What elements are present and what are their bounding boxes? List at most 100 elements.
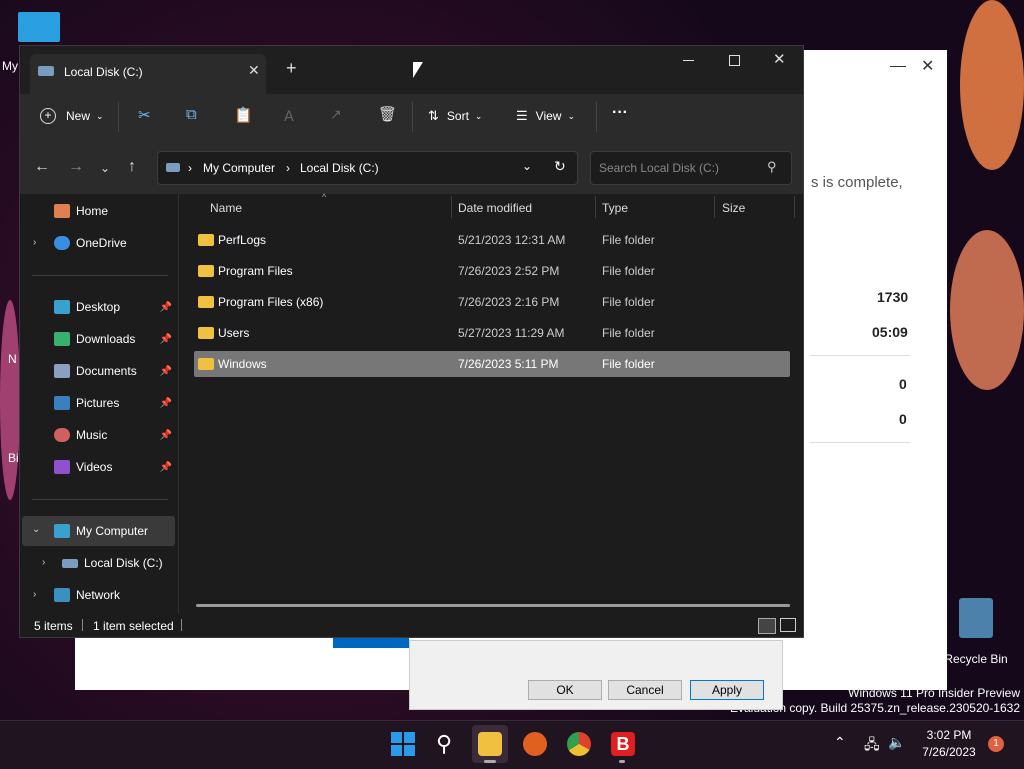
sidebar-item-documents[interactable]: Documents 📌 [54, 356, 176, 386]
plus-circle-icon: + [40, 108, 56, 124]
desktop-icon-my-computer[interactable] [18, 12, 60, 42]
file-type: File folder [602, 264, 655, 278]
close-icon[interactable]: ✕ [921, 56, 934, 76]
folder-icon [198, 234, 214, 246]
start-button-windows-icon[interactable] [391, 732, 415, 756]
file-date: 7/26/2023 5:11 PM [458, 357, 559, 371]
expand-chevron-icon[interactable]: › [42, 557, 45, 568]
volume-icon[interactable]: 🔈 [888, 734, 905, 751]
table-row[interactable]: Users 5/27/2023 11:29 AM File folder [194, 320, 790, 346]
collapse-chevron-icon[interactable]: ⌄ [32, 524, 40, 535]
divider [32, 275, 168, 276]
notification-badge[interactable]: 1 [988, 736, 1004, 752]
delete-icon[interactable]: 🗑 [378, 105, 397, 123]
up-arrow-icon[interactable]: ↑ [128, 158, 136, 176]
minimize-icon[interactable] [683, 60, 694, 61]
new-button[interactable]: + New ⌄ [40, 108, 104, 124]
folder-icon [198, 265, 214, 277]
maximize-icon[interactable] [729, 55, 740, 66]
search-icon[interactable]: ⚲ [436, 732, 460, 756]
divider [810, 355, 910, 356]
recycle-bin-icon [959, 598, 993, 638]
table-row-selected[interactable]: Windows 7/26/2023 5:11 PM File folder [194, 351, 790, 377]
chrome-icon[interactable] [567, 732, 591, 756]
desktop-icon-label-fragment: My [2, 59, 18, 73]
pin-icon: 📌 [159, 301, 172, 313]
rename-icon[interactable]: Ａ [282, 106, 296, 126]
recycle-bin-label: Recycle Bin [944, 652, 1008, 666]
file-explorer-icon[interactable] [478, 732, 502, 756]
view-button[interactable]: ☰ View ⌄ [516, 108, 575, 124]
close-icon[interactable]: ✕ [773, 50, 786, 68]
breadcrumb-local-disk[interactable]: Local Disk (C:) [300, 161, 379, 175]
sidebar-item-desktop[interactable]: Desktop 📌 [54, 292, 176, 322]
home-icon [54, 204, 70, 218]
sidebar-item-downloads[interactable]: Downloads 📌 [54, 324, 176, 354]
horizontal-scrollbar[interactable] [196, 604, 790, 607]
sort-button[interactable]: ⇅ Sort ⌄ [428, 108, 482, 124]
column-header-type[interactable]: Type [602, 201, 628, 215]
file-type: File folder [602, 357, 655, 371]
column-header-name[interactable]: Name [210, 201, 242, 215]
desktop-icon [54, 300, 70, 314]
file-name: PerfLogs [218, 233, 267, 247]
desktop-icon-recycle-bin[interactable]: Recycle Bin [944, 598, 1008, 666]
recent-chevron-icon[interactable]: ⌄ [100, 161, 110, 175]
share-icon[interactable]: ↗ [330, 106, 342, 123]
close-tab-icon[interactable]: ✕ [248, 62, 260, 79]
clock[interactable]: 3:02 PM 7/26/2023 [918, 728, 980, 759]
details-view-icon[interactable] [758, 618, 776, 634]
chevron-up-icon[interactable]: ⌃ [834, 734, 846, 751]
expand-chevron-icon[interactable]: › [33, 589, 36, 600]
more-options-button[interactable]: ··· [612, 104, 628, 122]
column-header-date[interactable]: Date modified [458, 201, 532, 215]
divider [810, 442, 910, 443]
search-input[interactable]: Search Local Disk (C:) [599, 161, 719, 175]
expand-chevron-icon[interactable]: › [33, 237, 36, 248]
tiles-view-icon[interactable] [780, 618, 796, 632]
clock-time: 3:02 PM [926, 728, 972, 742]
firefox-icon[interactable] [523, 732, 547, 756]
address-bar[interactable]: › My Computer › Local Disk (C:) ⌄ ↻ [157, 151, 578, 185]
clock-date: 7/26/2023 [922, 745, 976, 759]
table-row[interactable]: PerfLogs 5/21/2023 12:31 AM File folder [194, 227, 790, 253]
cut-icon[interactable]: ✂ [138, 106, 151, 124]
sidebar-item-videos[interactable]: Videos 📌 [54, 452, 176, 482]
address-dropdown-icon[interactable]: ⌄ [522, 159, 532, 173]
apply-button[interactable]: Apply [690, 680, 764, 700]
app-b-icon[interactable]: B [611, 732, 635, 756]
video-icon [54, 460, 70, 474]
back-arrow-icon[interactable]: ← [34, 158, 50, 176]
file-type: File folder [602, 233, 655, 247]
forward-arrow-icon[interactable]: → [68, 158, 84, 176]
sidebar-item-local-disk[interactable]: Local Disk (C:) [62, 548, 176, 578]
search-box[interactable]: Search Local Disk (C:) ⚲ [590, 151, 792, 185]
desktop-fragment-n: N [8, 352, 17, 366]
sidebar-item-my-computer[interactable]: My Computer [54, 516, 174, 546]
drive-icon [166, 163, 180, 172]
table-row[interactable]: Program Files 7/26/2023 2:52 PM File fol… [194, 258, 790, 284]
minimize-icon[interactable] [890, 66, 906, 67]
file-name: Program Files (x86) [218, 295, 324, 309]
cancel-button[interactable]: Cancel [608, 680, 682, 700]
sort-arrow-icon: ^ [322, 192, 327, 202]
file-list-pane [179, 194, 803, 614]
network-icon[interactable]: 🖧 [864, 734, 880, 758]
new-tab-button[interactable]: + [286, 58, 297, 79]
ok-button[interactable]: OK [528, 680, 602, 700]
column-divider [794, 196, 795, 218]
refresh-icon[interactable]: ↻ [554, 158, 566, 175]
wallpaper-petal [960, 0, 1024, 170]
table-row[interactable]: Program Files (x86) 7/26/2023 2:16 PM Fi… [194, 289, 790, 315]
sidebar-item-pictures[interactable]: Pictures 📌 [54, 388, 176, 418]
sidebar-item-label: Desktop [76, 300, 121, 314]
sidebar-item-music[interactable]: Music 📌 [54, 420, 176, 450]
tab-local-disk[interactable]: Local Disk (C:) ✕ [30, 54, 266, 94]
cloud-icon [54, 236, 70, 250]
column-header-size[interactable]: Size [722, 201, 745, 215]
breadcrumb-my-computer[interactable]: My Computer [203, 161, 275, 175]
sidebar-item-label: Videos [76, 460, 113, 474]
copy-icon[interactable]: ⧉ [186, 106, 197, 123]
view-label: View [535, 109, 562, 123]
paste-icon[interactable]: 📋 [234, 106, 253, 124]
